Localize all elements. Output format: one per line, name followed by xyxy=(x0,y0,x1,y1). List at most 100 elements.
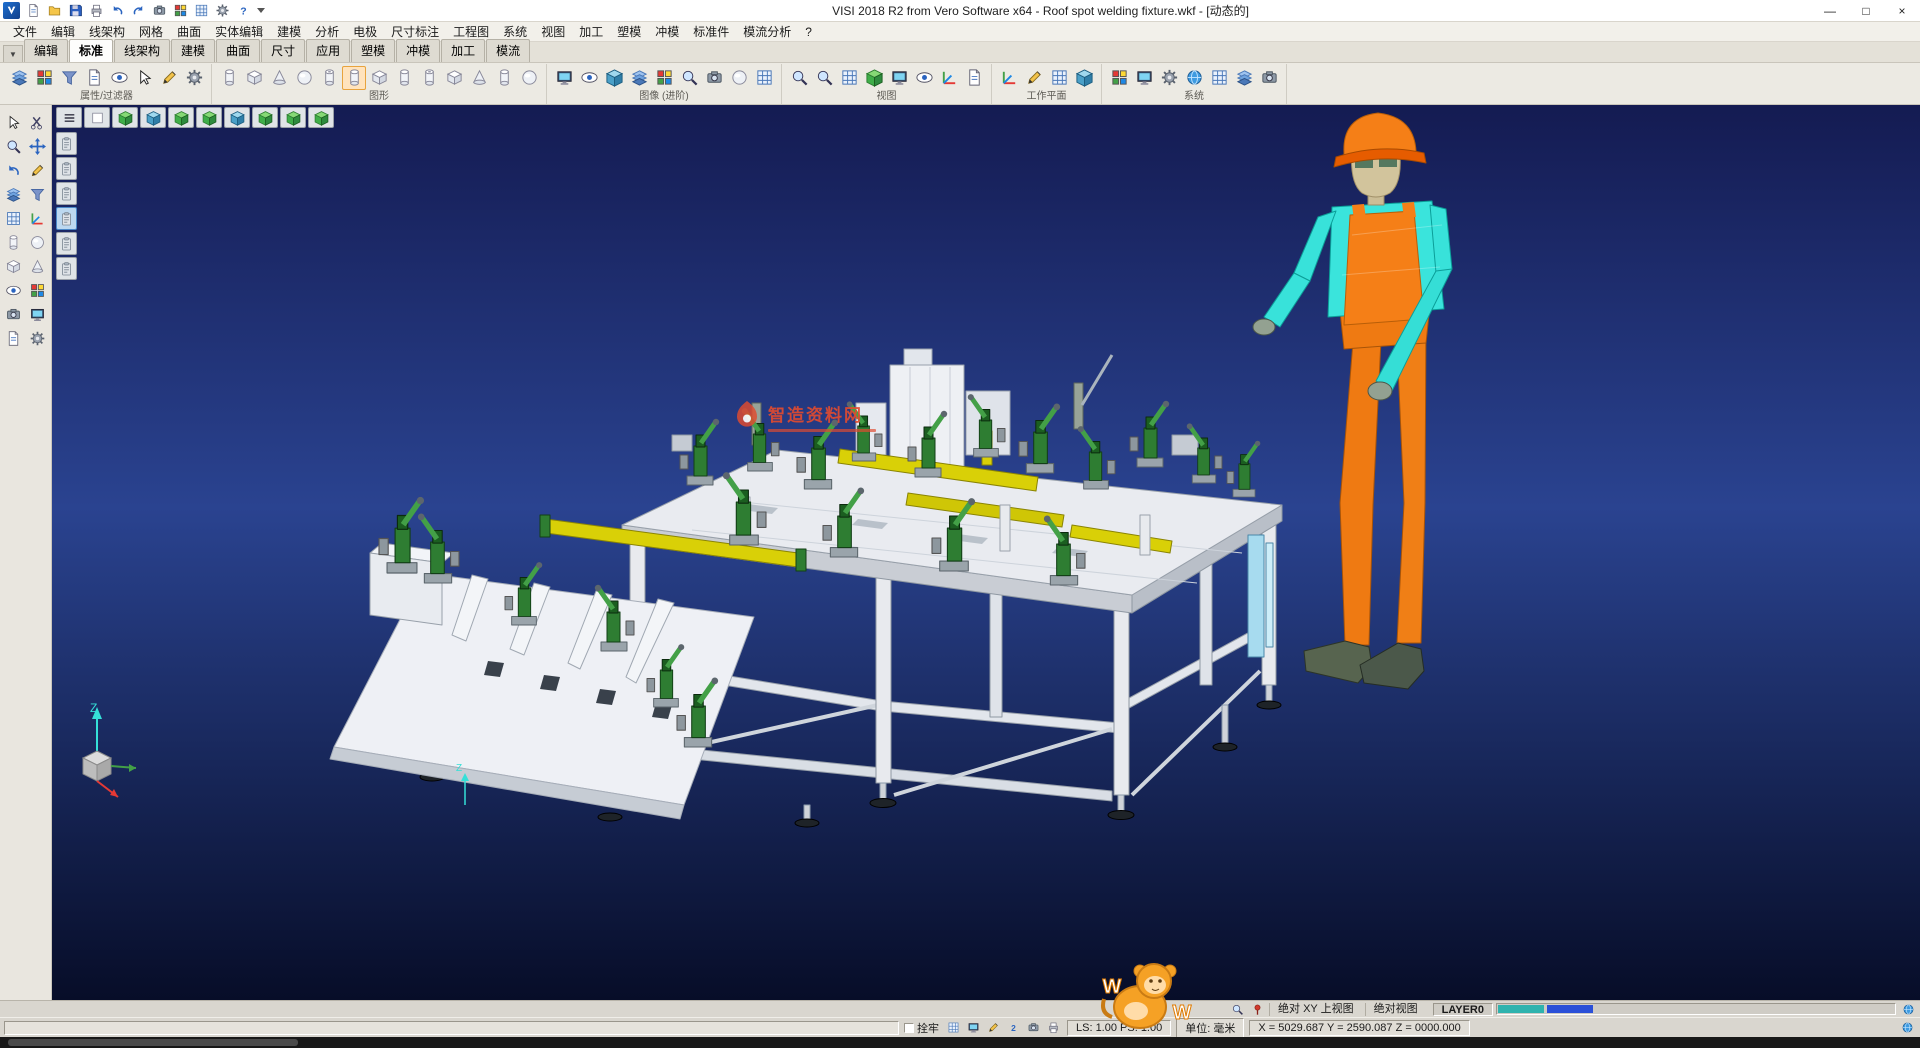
view-cube-icon[interactable] xyxy=(862,66,886,90)
undo-icon[interactable] xyxy=(108,2,127,20)
layer-indicator[interactable]: LAYER0 xyxy=(1433,1003,1493,1016)
tab-dimension[interactable]: 尺寸 xyxy=(261,39,305,62)
counter-2-icon[interactable] xyxy=(1004,1021,1022,1035)
grid-icon[interactable] xyxy=(192,2,211,20)
render-palette-icon[interactable] xyxy=(652,66,676,90)
redraw-icon[interactable] xyxy=(964,1021,982,1035)
tab-flow[interactable]: 模流 xyxy=(486,39,530,62)
view-eye-icon[interactable] xyxy=(912,66,936,90)
view-axes-icon[interactable] xyxy=(937,66,961,90)
lock-checkbox[interactable] xyxy=(904,1023,914,1033)
grid-tool-icon[interactable] xyxy=(3,207,25,229)
render-grid-icon[interactable] xyxy=(752,66,776,90)
view-back-button[interactable] xyxy=(224,107,250,128)
attribute-copy-icon[interactable] xyxy=(157,66,181,90)
system-grid-icon[interactable] xyxy=(1207,66,1231,90)
filter-settings-icon[interactable] xyxy=(182,66,206,90)
cone-tool-icon[interactable] xyxy=(27,255,49,277)
view-left-button[interactable] xyxy=(196,107,222,128)
command-prompt-field[interactable] xyxy=(4,1021,899,1035)
menu-die[interactable]: 冲模 xyxy=(648,21,686,42)
open-file-icon[interactable] xyxy=(45,2,64,20)
scrollbar-thumb[interactable] xyxy=(8,1039,298,1046)
tab-standard[interactable]: 标准 xyxy=(69,39,113,62)
save-icon[interactable] xyxy=(66,2,85,20)
measure-tool-icon[interactable] xyxy=(27,159,49,181)
zoom-all-icon[interactable] xyxy=(787,66,811,90)
system-gear-icon[interactable] xyxy=(1157,66,1181,90)
print-status-icon[interactable] xyxy=(1044,1021,1062,1035)
color-filter-icon[interactable] xyxy=(32,66,56,90)
move-tool-icon[interactable] xyxy=(27,135,49,157)
tab-overflow-button[interactable]: ▼ xyxy=(3,45,23,62)
settings-gear-icon[interactable] xyxy=(213,2,232,20)
graphics-sphere-icon[interactable] xyxy=(292,66,316,90)
view-shaded-button[interactable] xyxy=(84,107,110,128)
qat-overflow-caret-icon[interactable] xyxy=(257,8,265,13)
graphics-box-2-icon[interactable] xyxy=(367,66,391,90)
menu-machining[interactable]: 加工 xyxy=(572,21,610,42)
menu-mold[interactable]: 塑模 xyxy=(610,21,648,42)
render-layers-icon[interactable] xyxy=(627,66,651,90)
graphics-tube-2-icon[interactable] xyxy=(417,66,441,90)
help-icon[interactable] xyxy=(234,2,253,20)
view-top-button[interactable] xyxy=(112,107,138,128)
tab-die[interactable]: 冲模 xyxy=(396,39,440,62)
zoom-select-icon[interactable] xyxy=(1228,1002,1246,1016)
tab-surface[interactable]: 曲面 xyxy=(216,39,260,62)
view-right-button[interactable] xyxy=(168,107,194,128)
system-palette-icon[interactable] xyxy=(1107,66,1131,90)
box-tool-icon[interactable] xyxy=(3,255,25,277)
view-doc-icon[interactable] xyxy=(962,66,986,90)
attribute-editor-icon[interactable] xyxy=(7,66,31,90)
3d-viewport-canvas[interactable]: Z Z xyxy=(52,105,1920,1000)
tab-mold[interactable]: 塑模 xyxy=(351,39,395,62)
graphics-tube-icon[interactable] xyxy=(317,66,341,90)
cylinder-tool-icon[interactable] xyxy=(3,231,25,253)
graphics-box-3-icon[interactable] xyxy=(442,66,466,90)
workplane-axes-icon[interactable] xyxy=(997,66,1021,90)
viewport-tool-button-6[interactable] xyxy=(56,257,77,280)
workplane-cube-icon[interactable] xyxy=(1072,66,1096,90)
viewport-tool-button-5[interactable] xyxy=(56,232,77,255)
menu-view[interactable]: 视图 xyxy=(534,21,572,42)
palette-tool-icon[interactable] xyxy=(27,279,49,301)
view-iso-2-button[interactable] xyxy=(308,107,334,128)
system-layers-icon[interactable] xyxy=(1232,66,1256,90)
zoom-window-icon[interactable] xyxy=(812,66,836,90)
absolute-view-indicator[interactable]: 绝对视图 xyxy=(1365,1003,1426,1016)
tab-modeling[interactable]: 建模 xyxy=(171,39,215,62)
snap-grid-icon[interactable] xyxy=(944,1021,962,1035)
edit-pencil-icon[interactable] xyxy=(984,1021,1002,1035)
render-monitor-icon[interactable] xyxy=(552,66,576,90)
graphics-sphere-2-icon[interactable] xyxy=(517,66,541,90)
tab-edit[interactable]: 编辑 xyxy=(24,39,68,62)
eye-tool-icon[interactable] xyxy=(3,279,25,301)
selection-filter-icon[interactable] xyxy=(132,66,156,90)
close-button[interactable]: × xyxy=(1884,0,1920,21)
view-grid-icon[interactable] xyxy=(837,66,861,90)
zoom-tool-icon[interactable] xyxy=(3,135,25,157)
new-file-icon[interactable] xyxy=(24,2,43,20)
sphere-tool-icon[interactable] xyxy=(27,231,49,253)
palette-icon[interactable] xyxy=(171,2,190,20)
layers-tool-icon[interactable] xyxy=(3,183,25,205)
tab-application[interactable]: 应用 xyxy=(306,39,350,62)
system-monitor-icon[interactable] xyxy=(1132,66,1156,90)
graphics-shaded-mode-icon[interactable] xyxy=(342,66,366,90)
graphics-cone-icon[interactable] xyxy=(267,66,291,90)
capture-icon[interactable] xyxy=(150,2,169,20)
gear-tool-icon[interactable] xyxy=(27,327,49,349)
view-list-button[interactable] xyxy=(56,107,82,128)
tab-wireframe[interactable]: 线架构 xyxy=(114,39,170,62)
workplane-grid-icon[interactable] xyxy=(1047,66,1071,90)
viewport-tool-button-3[interactable] xyxy=(56,182,77,205)
system-camera-icon[interactable] xyxy=(1257,66,1281,90)
render-eye-icon[interactable] xyxy=(577,66,601,90)
maximize-button[interactable]: □ xyxy=(1848,0,1884,21)
element-info-icon[interactable] xyxy=(82,66,106,90)
globe-icon[interactable] xyxy=(1898,1021,1916,1035)
rotate-tool-icon[interactable] xyxy=(3,159,25,181)
camera-tool-icon[interactable] xyxy=(3,303,25,325)
minimize-button[interactable]: — xyxy=(1812,0,1848,21)
